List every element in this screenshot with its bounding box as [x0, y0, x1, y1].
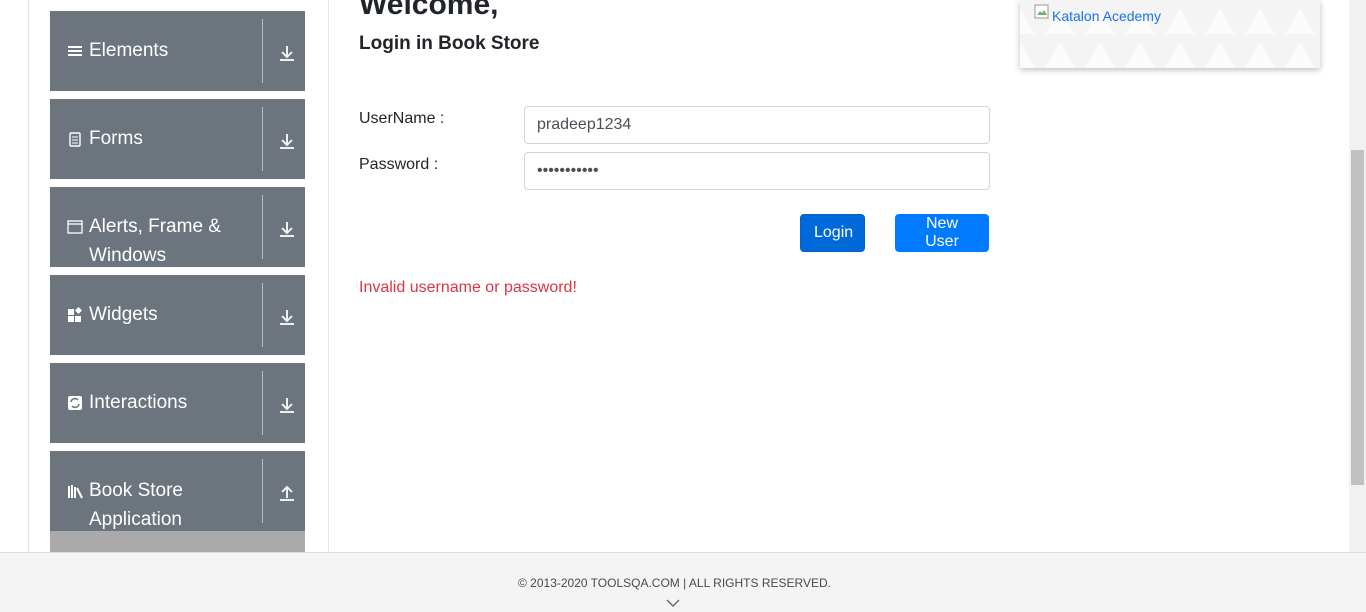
sidebar-submenu [50, 531, 305, 552]
sidebar-group-widgets[interactable]: Widgets [50, 275, 305, 355]
interactions-icon [68, 396, 82, 410]
widgets-icon [68, 307, 83, 322]
download-arrow-icon[interactable] [277, 307, 297, 327]
books-icon [68, 485, 83, 499]
group-separator [262, 283, 263, 347]
sidebar-group-label: Alerts, Frame & Windows [89, 216, 221, 266]
new-user-button[interactable]: New User [895, 214, 989, 252]
footer-copyright: © 2013-2020 TOOLSQA.COM | ALL RIGHTS RES… [518, 576, 831, 590]
sidebar-group-book-store[interactable]: Book Store Application [50, 451, 305, 531]
group-separator [262, 371, 263, 435]
form-document-icon [69, 132, 81, 147]
ad-alt-text[interactable]: Katalon Acedemy [1052, 8, 1161, 24]
download-arrow-icon[interactable] [277, 219, 297, 239]
page-title: Welcome, [359, 0, 499, 21]
error-message: Invalid username or password! [359, 279, 577, 296]
group-separator [262, 195, 263, 259]
footer: © 2013-2020 TOOLSQA.COM | ALL RIGHTS RES… [0, 552, 1366, 612]
sidebar-group-elements[interactable]: Elements [50, 11, 305, 91]
scrollbar-thumb[interactable] [1351, 150, 1364, 485]
username-label: UserName : [359, 110, 445, 127]
group-separator [262, 107, 263, 171]
sidebar-group-alerts[interactable]: Alerts, Frame & Windows [50, 187, 305, 267]
window-icon [67, 220, 83, 234]
chevron-down-icon [666, 599, 680, 607]
sidebar-group-label: Book Store Application [89, 480, 183, 530]
download-arrow-icon[interactable] [277, 131, 297, 151]
sidebar-group-interactions[interactable]: Interactions [50, 363, 305, 443]
download-arrow-icon[interactable] [277, 43, 297, 63]
sidebar-group-label: Interactions [89, 392, 188, 413]
hamburger-icon [68, 46, 82, 56]
sidebar-divider [328, 0, 329, 552]
password-label: Password : [359, 156, 439, 173]
sidebar-group-label: Forms [89, 128, 143, 149]
username-input[interactable] [524, 106, 990, 144]
group-separator [262, 19, 263, 83]
sidebar-group-label: Elements [89, 40, 169, 61]
download-arrow-icon[interactable] [277, 395, 297, 415]
sidebar-group-forms[interactable]: Forms [50, 99, 305, 179]
page-subtitle: Login in Book Store [359, 33, 540, 54]
sidebar-group-label: Widgets [89, 304, 158, 325]
left-border [28, 0, 29, 552]
broken-image-icon [1034, 4, 1049, 19]
group-separator [262, 459, 263, 523]
password-input[interactable]: ••••••••••• [524, 152, 990, 190]
ad-banner[interactable]: Katalon Acedemy [1020, 0, 1320, 68]
upload-arrow-icon[interactable] [277, 483, 297, 503]
login-button[interactable]: Login [800, 214, 865, 252]
